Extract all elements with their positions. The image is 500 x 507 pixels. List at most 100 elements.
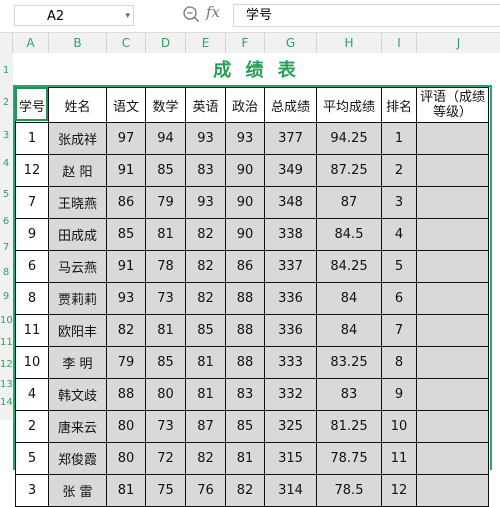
column-header-a[interactable]: A [13,33,49,53]
table-cell[interactable] [416,282,489,315]
table-cell[interactable]: 76 [185,474,226,507]
table-cell[interactable]: 唐来云 [48,410,107,443]
table-cell[interactable]: 87 [185,410,226,443]
row-header[interactable]: 12 [0,359,13,370]
table-cell[interactable]: 84 [316,282,382,315]
table-cell[interactable]: 87.25 [316,154,382,187]
table-cell[interactable]: 337 [264,250,317,283]
table-cell[interactable]: 11 [15,314,49,347]
table-cell[interactable]: 85 [145,154,186,187]
table-cell[interactable]: 348 [264,186,317,219]
row-header[interactable]: 3 [0,130,12,141]
table-cell[interactable]: 75 [145,474,186,507]
table-cell[interactable]: 325 [264,410,317,443]
table-cell[interactable]: 3 [15,474,49,507]
table-cell[interactable]: 83 [225,378,265,411]
table-cell[interactable]: 10 [15,346,49,379]
table-cell[interactable]: 4 [15,378,49,411]
table-cell[interactable]: 7 [381,314,417,347]
row-header[interactable]: 9 [0,291,12,302]
row-header[interactable]: 5 [0,189,12,200]
name-box[interactable]: A2 ▾ [14,5,134,26]
table-cell[interactable]: 85 [145,346,186,379]
table-cell[interactable]: 郑俊霞 [48,442,107,475]
header-cell[interactable]: 数学 [145,87,186,123]
table-cell[interactable] [416,346,489,379]
table-cell[interactable] [416,314,489,347]
row-header[interactable]: 6 [0,216,12,227]
table-cell[interactable]: 87 [316,186,382,219]
column-header-c[interactable]: C [107,33,146,53]
table-cell[interactable]: 86 [106,186,146,219]
zoom-icon[interactable] [182,4,200,24]
table-cell[interactable]: 1 [15,122,49,155]
row-header[interactable]: 4 [0,158,12,169]
table-cell[interactable]: 73 [145,282,186,315]
table-cell[interactable] [416,378,489,411]
table-cell[interactable]: 80 [106,410,146,443]
row-header[interactable]: 7 [0,242,12,253]
table-cell[interactable]: 82 [185,218,226,251]
table-cell[interactable]: 81 [145,218,186,251]
table-cell[interactable]: 李 明 [48,346,107,379]
table-cell[interactable]: 12 [15,154,49,187]
table-cell[interactable]: 12 [381,474,417,507]
table-cell[interactable]: 81 [145,314,186,347]
table-cell[interactable]: 6 [381,282,417,315]
table-cell[interactable]: 张成祥 [48,122,107,155]
function-icon[interactable]: fx [206,3,220,21]
column-header-g[interactable]: G [265,33,317,53]
table-cell[interactable]: 82 [106,314,146,347]
sheet-title[interactable]: 成 绩 表 [13,53,500,87]
table-cell[interactable]: 85 [185,314,226,347]
table-cell[interactable]: 93 [185,186,226,219]
column-header-e[interactable]: E [186,33,226,53]
row-header[interactable]: 10 [0,315,13,326]
table-cell[interactable]: 10 [381,410,417,443]
table-cell[interactable] [416,154,489,187]
table-cell[interactable]: 田成成 [48,218,107,251]
row-header[interactable]: 11 [0,337,13,348]
table-cell[interactable] [416,410,489,443]
header-cell[interactable]: 语文 [106,87,146,123]
table-cell[interactable]: 78 [145,250,186,283]
table-cell[interactable]: 336 [264,314,317,347]
table-cell[interactable] [416,218,489,251]
header-cell[interactable]: 政治 [225,87,265,123]
table-cell[interactable]: 78.5 [316,474,382,507]
table-cell[interactable]: 84.25 [316,250,382,283]
header-cell[interactable]: 评语（成绩等级） [416,87,489,123]
row-header[interactable]: 1 [0,65,12,76]
table-cell[interactable]: 3 [381,186,417,219]
table-cell[interactable] [416,474,489,507]
table-cell[interactable]: 王晓燕 [48,186,107,219]
table-cell[interactable]: 5 [381,250,417,283]
table-cell[interactable]: 6 [15,250,49,283]
header-cell[interactable]: 姓名 [48,87,107,123]
table-cell[interactable]: 332 [264,378,317,411]
row-header[interactable]: 14 [0,397,13,408]
table-cell[interactable]: 84.5 [316,218,382,251]
header-cell[interactable]: 平均成绩 [316,87,382,123]
table-cell[interactable]: 315 [264,442,317,475]
table-cell[interactable]: 赵 阳 [48,154,107,187]
column-header-j[interactable]: J [417,33,500,53]
header-cell[interactable]: 总成绩 [264,87,317,123]
table-cell[interactable]: 80 [145,378,186,411]
table-cell[interactable] [416,186,489,219]
column-header-h[interactable]: H [317,33,382,53]
table-cell[interactable]: 90 [225,218,265,251]
table-cell[interactable]: 79 [106,346,146,379]
table-cell[interactable]: 97 [106,122,146,155]
header-cell[interactable]: 学号 [15,87,49,123]
table-cell[interactable]: 82 [185,442,226,475]
table-cell[interactable]: 88 [225,282,265,315]
table-cell[interactable]: 马云燕 [48,250,107,283]
table-cell[interactable]: 5 [15,442,49,475]
table-cell[interactable]: 93 [185,122,226,155]
table-cell[interactable]: 7 [15,186,49,219]
table-cell[interactable]: 84 [316,314,382,347]
table-cell[interactable]: 333 [264,346,317,379]
table-cell[interactable]: 79 [145,186,186,219]
table-cell[interactable]: 11 [381,442,417,475]
